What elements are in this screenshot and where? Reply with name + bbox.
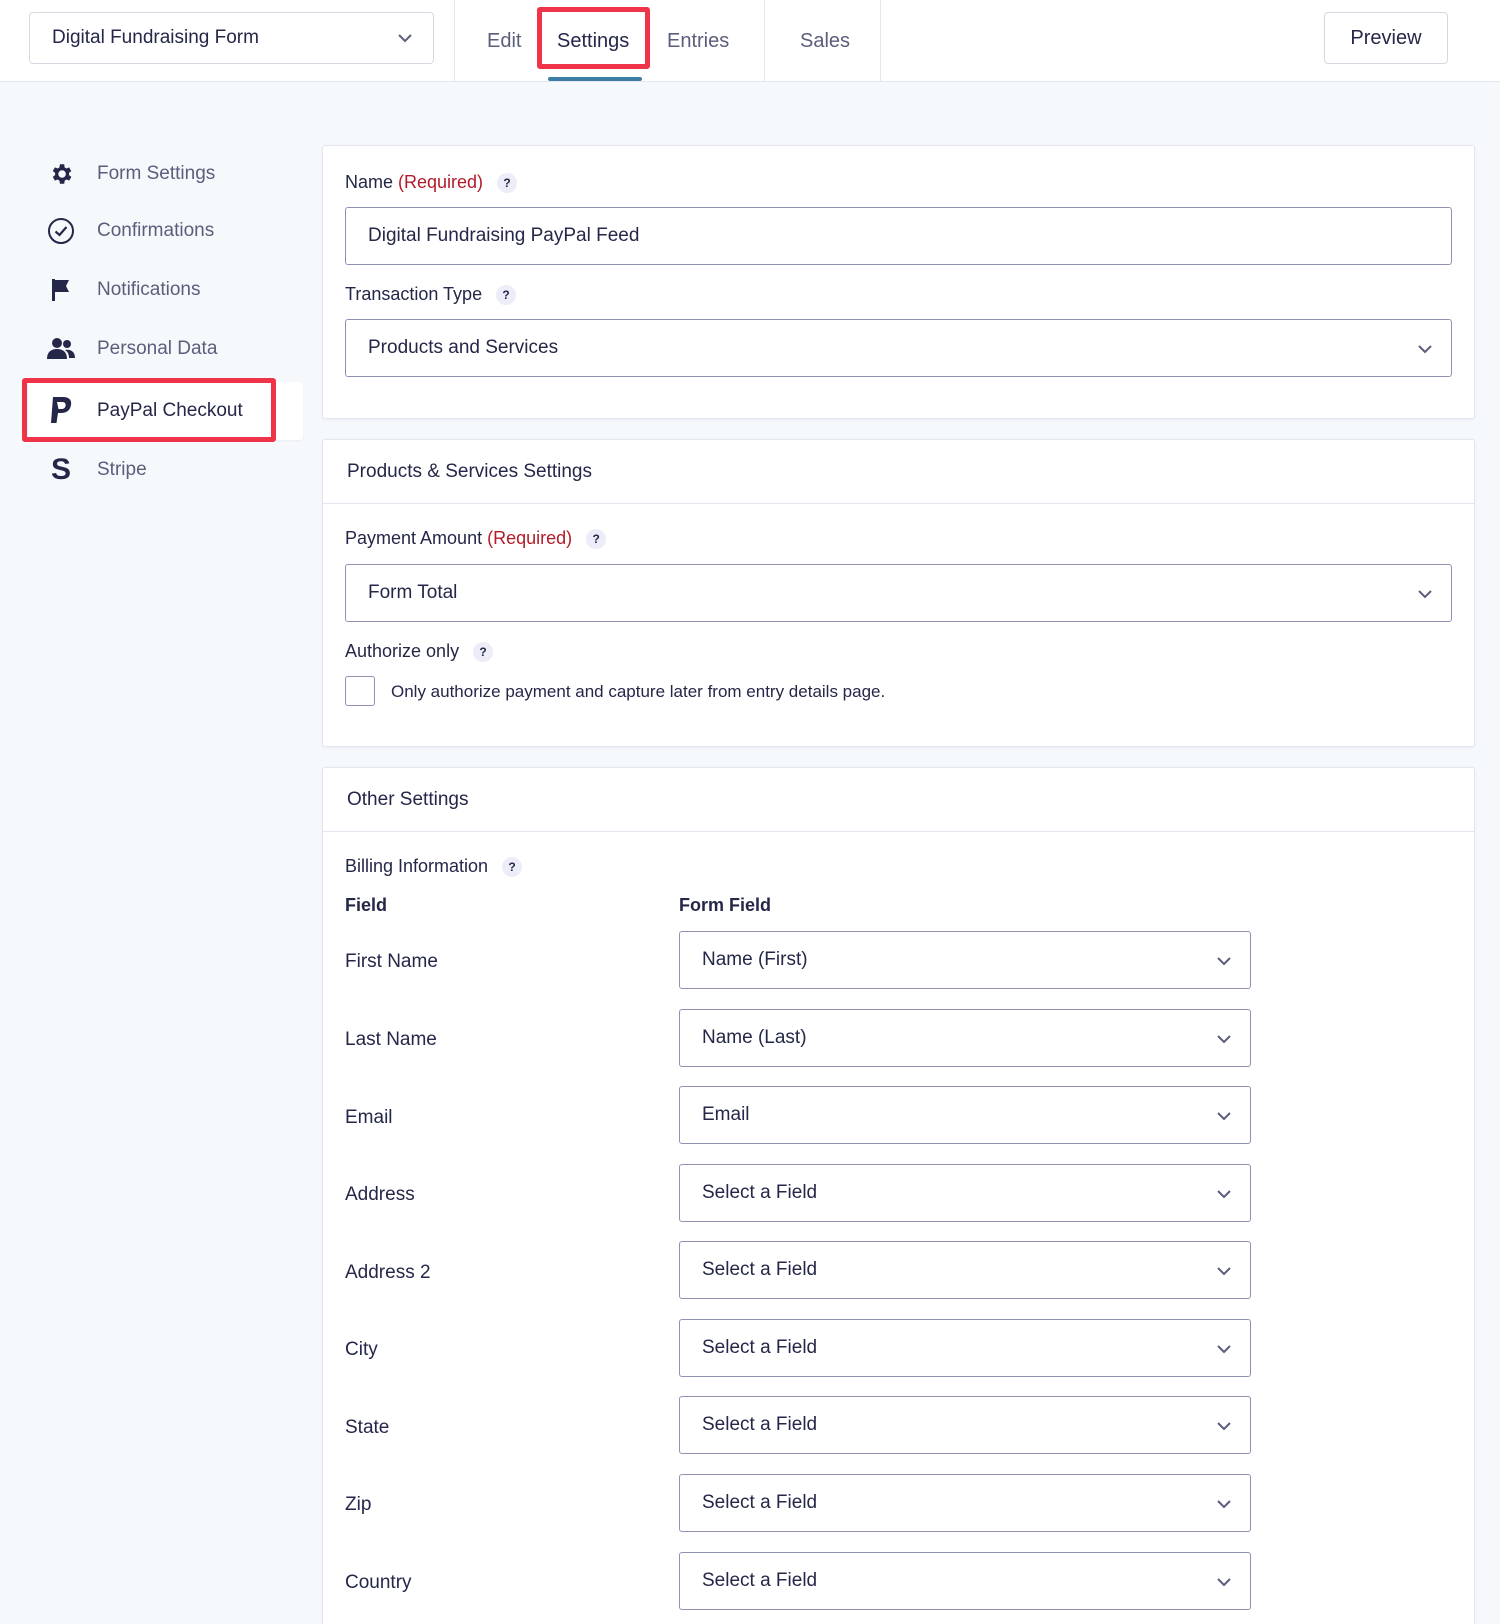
sidebar-item-stripe[interactable]: S Stripe <box>45 450 147 490</box>
mapping-select-value: Select a Field <box>702 1182 818 1203</box>
sidebar-item-form-settings[interactable]: Form Settings <box>45 154 215 194</box>
help-icon[interactable]: ? <box>496 284 517 305</box>
sidebar-item-confirmations[interactable]: Confirmations <box>45 211 214 251</box>
sidebar-item-label: Confirmations <box>97 220 215 241</box>
chevron-down-icon <box>1217 1422 1231 1431</box>
help-icon[interactable]: ? <box>586 528 607 549</box>
transaction-type-select[interactable]: Products and Services <box>345 319 1452 377</box>
highlight-box-settings <box>537 7 650 69</box>
transaction-type-value: Products and Services <box>368 337 559 358</box>
mapping-select-value: Email <box>702 1104 750 1125</box>
sidebar-item-personal-data[interactable]: Personal Data <box>45 329 217 369</box>
other-settings-panel: Other Settings Billing Information ? Fie… <box>322 767 1475 1624</box>
chevron-down-icon <box>1217 1578 1231 1587</box>
help-icon[interactable]: ? <box>473 641 494 662</box>
mapping-select-value: Name (Last) <box>702 1027 807 1048</box>
chevron-down-icon <box>1418 590 1432 599</box>
chevron-down-icon <box>1217 1190 1231 1199</box>
preview-button[interactable]: Preview <box>1324 12 1448 64</box>
divider <box>880 0 881 82</box>
chevron-down-icon <box>1418 345 1432 354</box>
mapping-label-last-name: Last Name <box>345 1029 437 1050</box>
chevron-down-icon <box>1217 1500 1231 1509</box>
mapping-select-value: Select a Field <box>702 1259 818 1280</box>
divider <box>764 0 765 82</box>
billing-information-label-text: Billing Information <box>345 856 489 876</box>
column-header-field: Field <box>345 895 388 915</box>
sidebar-item-label: Personal Data <box>97 338 218 359</box>
stripe-icon: S <box>50 453 71 486</box>
transaction-type-label-text: Transaction Type <box>345 284 483 304</box>
help-icon[interactable]: ? <box>502 856 523 877</box>
active-tab-indicator <box>548 77 642 81</box>
chevron-down-icon <box>1217 1267 1231 1276</box>
feed-settings-panel: Name (Required) ? Digital Fundraising Pa… <box>322 145 1475 419</box>
chevron-down-icon <box>1217 1035 1231 1044</box>
form-selector-value: Digital Fundraising Form <box>52 27 259 48</box>
chevron-down-icon <box>398 34 412 43</box>
tab-sales[interactable]: Sales <box>800 0 850 82</box>
mapping-label-address: Address <box>345 1184 415 1205</box>
products-services-panel: Products & Services Settings Payment Amo… <box>322 439 1475 747</box>
mapping-select-value: Name (First) <box>702 949 808 970</box>
mapping-select-state[interactable]: Select a Field <box>679 1396 1251 1454</box>
payment-amount-label-text: Payment Amount <box>345 528 483 548</box>
mapping-label-first-name: First Name <box>345 951 438 972</box>
authorize-only-label: Authorize only ? <box>345 641 494 662</box>
mapping-select-value: Select a Field <box>702 1337 818 1358</box>
help-icon[interactable]: ? <box>497 172 518 193</box>
mapping-label-country: Country <box>345 1572 412 1593</box>
highlight-box-paypal <box>22 378 276 442</box>
mapping-select-value: Select a Field <box>702 1414 818 1435</box>
sidebar-item-label: Form Settings <box>97 163 216 184</box>
mapping-select-address[interactable]: Select a Field <box>679 1164 1251 1222</box>
form-selector[interactable]: Digital Fundraising Form <box>29 12 434 64</box>
mapping-select-value: Select a Field <box>702 1492 818 1513</box>
panel-title: Products & Services Settings <box>323 440 1474 504</box>
feed-name-input[interactable]: Digital Fundraising PayPal Feed <box>345 207 1452 265</box>
payment-amount-select[interactable]: Form Total <box>345 564 1452 622</box>
gear-icon <box>45 158 77 190</box>
column-header-form-field: Form Field <box>679 895 772 915</box>
mapping-select-address-2[interactable]: Select a Field <box>679 1241 1251 1299</box>
sidebar-item-label: Notifications <box>97 279 201 300</box>
chevron-down-icon <box>1217 1345 1231 1354</box>
divider <box>454 0 455 82</box>
mapping-select-first-name[interactable]: Name (First) <box>679 931 1251 989</box>
users-icon <box>45 333 77 365</box>
mapping-select-zip[interactable]: Select a Field <box>679 1474 1251 1532</box>
chevron-down-icon <box>1217 957 1231 966</box>
mapping-label-zip: Zip <box>345 1494 372 1515</box>
mapping-select-value: Select a Field <box>702 1570 818 1591</box>
mapping-select-country[interactable]: Select a Field <box>679 1552 1251 1610</box>
required-marker: (Required) <box>398 172 484 192</box>
flag-icon <box>45 274 77 306</box>
top-bar: Digital Fundraising Form Edit Settings E… <box>0 0 1500 82</box>
mapping-select-email[interactable]: Email <box>679 1086 1251 1144</box>
payment-amount-value: Form Total <box>368 582 458 603</box>
mapping-select-city[interactable]: Select a Field <box>679 1319 1251 1377</box>
name-label: Name (Required) ? <box>345 172 518 193</box>
authorize-only-label-text: Authorize only <box>345 641 460 661</box>
sidebar-item-label: Stripe <box>97 459 147 480</box>
mapping-label-email: Email <box>345 1107 393 1128</box>
mapping-select-last-name[interactable]: Name (Last) <box>679 1009 1251 1067</box>
feed-name-value: Digital Fundraising PayPal Feed <box>368 225 640 246</box>
panel-title: Other Settings <box>323 768 1474 832</box>
mapping-label-address-2: Address 2 <box>345 1262 431 1283</box>
mapping-label-state: State <box>345 1417 390 1438</box>
billing-information-label: Billing Information ? <box>345 856 523 877</box>
authorize-only-checkbox[interactable] <box>345 676 375 706</box>
name-label-text: Name <box>345 172 394 192</box>
authorize-only-checkbox-label[interactable]: Only authorize payment and capture later… <box>391 682 885 702</box>
mapping-label-city: City <box>345 1339 378 1360</box>
sidebar-item-notifications[interactable]: Notifications <box>45 270 201 310</box>
tab-edit[interactable]: Edit <box>487 0 521 82</box>
chevron-down-icon <box>1217 1112 1231 1121</box>
check-circle-icon <box>45 215 77 247</box>
tab-entries[interactable]: Entries <box>667 0 729 82</box>
transaction-type-label: Transaction Type ? <box>345 284 517 305</box>
payment-amount-label: Payment Amount (Required) ? <box>345 528 607 549</box>
required-marker: (Required) <box>487 528 573 548</box>
